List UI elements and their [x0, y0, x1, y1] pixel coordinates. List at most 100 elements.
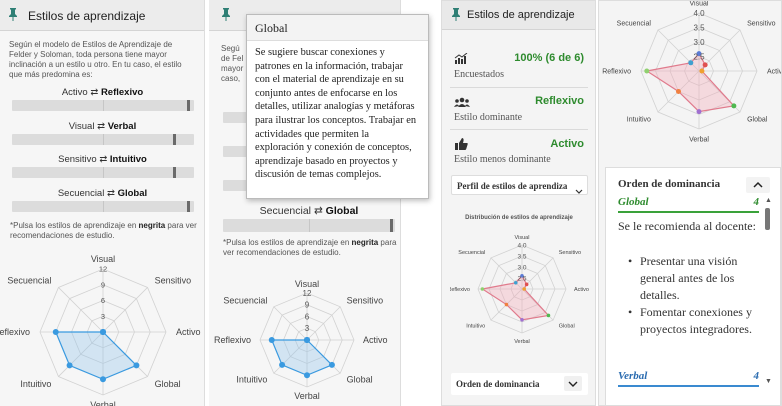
panel-header: Estilos de aprendizaje	[442, 1, 595, 30]
dominant-style-label: Estilo dominante	[454, 112, 523, 123]
radar-tick-label: 2.5	[517, 275, 526, 282]
note-text: *Pulsa los estilos de aprendizaje en neg…	[223, 238, 397, 257]
dimension-label-0[interactable]: Activo ⇄ Reflexivo	[10, 87, 195, 98]
learning-styles-panel: Estilos de aprendizaje Según el modelo d…	[0, 0, 205, 406]
radar-axis-label: Secuencial	[617, 20, 652, 27]
radar-axis-label: Activo	[176, 327, 201, 337]
recommendation-intro: Se le recomienda al docente:	[618, 219, 756, 233]
dominance-title: Orden de dominancia	[618, 178, 721, 190]
chevron-down-icon	[575, 182, 583, 200]
respondents-label: Encuestados	[454, 69, 504, 80]
intro-text: Según el modelo de Estilos de Aprendizaj…	[9, 40, 182, 79]
profile-dropdown[interactable]: Perfil de estilos de aprendiza	[451, 175, 588, 195]
least-dominant-style-label: Estilo menos dominante	[454, 154, 551, 165]
radar-tick-label: 12	[303, 289, 312, 298]
radar-axis-label: Sensitivo	[347, 296, 384, 306]
radar-axis-label: Verbal	[514, 339, 530, 345]
scroll-up-arrow[interactable]: ▲	[765, 197, 772, 204]
styles-radar-chart: 3 6 9 12Visual Sensitivo Activo Global Verbal In…	[214, 279, 388, 401]
radar-tick-label: 3.5	[693, 23, 705, 32]
radar-tick-label: 4.0	[517, 242, 526, 249]
radar-axis-label: Reflexivo	[0, 327, 30, 337]
dimension-bar-0	[223, 112, 247, 123]
dimension-label-3[interactable]: Secuencial ⇄ Global	[10, 188, 195, 199]
radar-point	[279, 361, 286, 368]
radar-axis-label: Visual	[91, 255, 115, 264]
rank-first-name[interactable]: Global	[618, 196, 649, 208]
profile-detail-panel: 2.5 3.0 3.5 4.0 Visual Sensitivo Activo Global V…	[598, 0, 782, 406]
radar-tick-label: 6	[305, 312, 310, 321]
dimension-marker	[187, 100, 191, 111]
radar-point	[133, 362, 140, 369]
radar-axis-label: Intuitivo	[20, 379, 51, 389]
radar-axis-label: Sensitivo	[747, 20, 776, 27]
radar-tick-label: 3	[305, 324, 310, 333]
radar-point	[304, 372, 310, 379]
pin-icon[interactable]	[451, 7, 461, 21]
radar-axis-label: Reflexivo	[450, 287, 470, 293]
dimension-marker	[389, 219, 393, 232]
radar-axis-label: Intuitivo	[236, 375, 267, 385]
radar-axis-label: Global	[155, 379, 181, 389]
radar-tick-label: 6	[101, 296, 105, 305]
radar-axis-label: Visual	[515, 235, 530, 241]
scrollbar-thumb[interactable]	[765, 208, 770, 230]
dimension-marker	[172, 167, 176, 178]
radar-axis-label: Activo	[767, 68, 782, 75]
radar-axis-label: Activo	[363, 335, 388, 345]
radar-point	[675, 89, 681, 95]
dimension-marker	[172, 134, 176, 145]
radar-point	[696, 109, 702, 115]
intro-text-clipped: Segú de Fel mayor caso,	[221, 44, 244, 83]
radar-point	[524, 282, 529, 287]
profile-dropdown-label: Perfil de estilos de aprendiza	[457, 181, 568, 191]
summary-panel: Estilos de aprendizaje 100% (6 de 6) Enc…	[441, 0, 596, 406]
dimension-bar-3	[12, 201, 194, 212]
thumbs-up-icon	[455, 137, 468, 155]
radar-axis-label: Visual	[690, 1, 709, 7]
profile-radar-chart: 2.5 3.0 3.5 4.0Visual Sensitivo Activo Global V…	[450, 235, 589, 345]
radar-point	[480, 287, 485, 291]
note-text: *Pulsa los estilos de aprendizaje en neg…	[10, 221, 197, 240]
radar-point	[504, 302, 509, 307]
dimension-label-3[interactable]: Secuencial ⇄ Global	[223, 205, 395, 217]
divider	[450, 129, 588, 130]
pin-icon[interactable]	[8, 7, 18, 21]
rank-second-name[interactable]: Verbal	[618, 370, 647, 382]
dimension-bar-0	[12, 100, 194, 111]
style-tooltip: Global Se sugiere buscar conexiones y pa…	[246, 14, 429, 199]
dominance-order-dropdown[interactable]: Orden de dominancia	[451, 373, 588, 395]
radar-point	[52, 329, 59, 335]
radar-point	[522, 287, 526, 291]
dimension-label-1[interactable]: Visual ⇄ Verbal	[10, 121, 195, 132]
chart-title: Distribución de estilos de aprendizaje	[465, 215, 573, 221]
radar-tick-label: 12	[99, 265, 107, 274]
radar-point	[66, 362, 73, 369]
radar-axis-label: Reflexivo	[214, 335, 251, 345]
pin-icon[interactable]	[221, 7, 231, 21]
recommendation-item: Presentar una visión general antes de lo…	[628, 253, 758, 304]
rank-first-underline	[618, 211, 759, 213]
recommendation-list: Presentar una visión general antes de lo…	[628, 253, 758, 338]
rank-second-underline	[618, 385, 759, 387]
dimension-bar-2	[223, 180, 247, 191]
styles-radar-chart: 3 6 9 12Visual Sensitivo Activo Global Verbal In…	[0, 255, 201, 406]
divider	[450, 87, 588, 88]
scroll-down-arrow[interactable]: ▼	[765, 378, 772, 385]
panel-header: Estilos de aprendizaje	[0, 0, 204, 31]
dimension-label-2[interactable]: Sensitivo ⇄ Intuitivo	[10, 154, 195, 165]
radar-tick-label: 3.0	[517, 264, 526, 271]
bar-chart-icon	[454, 52, 468, 70]
tooltip-title: Global	[247, 15, 428, 41]
radar-tick-label: 2.5	[693, 52, 705, 61]
rank-second-value: 4	[753, 370, 760, 382]
collapse-button[interactable]	[746, 177, 770, 193]
radar-axis-label: Activo	[574, 287, 589, 293]
radar-data-area	[54, 331, 138, 380]
dominance-dropdown-label: Orden de dominancia	[456, 379, 540, 389]
chevron-up-icon	[753, 181, 763, 188]
radar-axis-label: Global	[559, 324, 575, 330]
radar-axis-label: Reflexivo	[602, 68, 631, 75]
radar-point	[546, 313, 551, 318]
radar-tick-label: 3.5	[517, 253, 526, 260]
